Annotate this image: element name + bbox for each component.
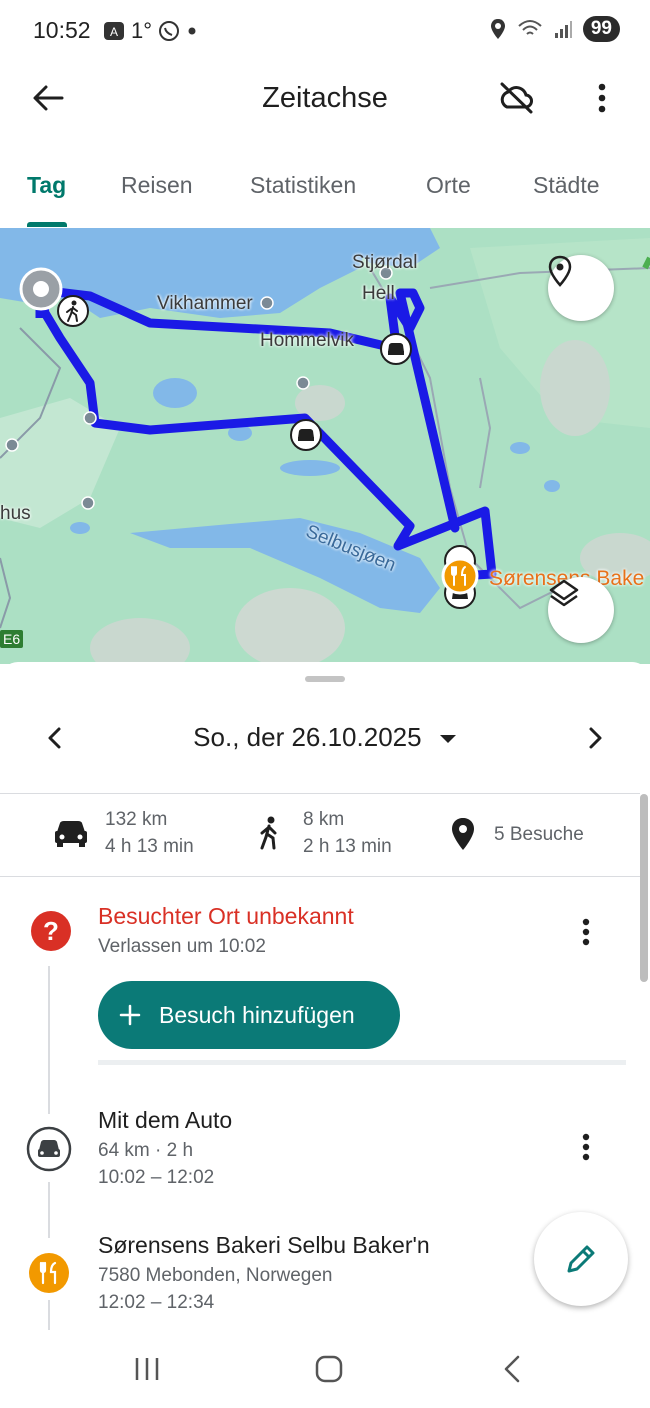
walk-summary: 8 km 2 h 13 min <box>256 806 392 860</box>
visits-summary: 5 Besuche <box>450 816 584 852</box>
tab-reisen[interactable]: Reisen <box>121 172 193 199</box>
drive-time: 4 h 13 min <box>105 836 194 857</box>
map-label-hommelvik: Hommelvik <box>260 330 354 351</box>
walk-icon <box>260 816 277 850</box>
cloud-off-icon <box>500 82 533 114</box>
status-time: 10:52 <box>33 17 91 43</box>
unknown-place-icon: ? <box>31 911 71 951</box>
dropdown-arrow-icon <box>439 735 456 744</box>
recent-apps-button[interactable] <box>126 1348 168 1390</box>
drive-distance: 132 km <box>105 809 168 830</box>
system-navigation-bar <box>0 1330 650 1408</box>
map-label-stjordal: Stjørdal <box>352 252 418 273</box>
date-label: So., der 26.10.2025 <box>193 722 422 752</box>
svg-text:?: ? <box>43 916 59 946</box>
entry-more-button[interactable] <box>566 1127 606 1167</box>
unknown-place-left-time: Verlassen um 10:02 <box>98 936 266 957</box>
car-marker-icon[interactable] <box>289 418 323 452</box>
drive-entry-time: 10:02 – 12:02 <box>98 1167 215 1188</box>
walk-time: 2 h 13 min <box>303 836 392 857</box>
car-entry-icon <box>26 1126 72 1172</box>
app-bar: Zeitachse <box>0 62 650 134</box>
drive-summary: 132 km 4 h 13 min <box>52 806 194 860</box>
location-pin-button[interactable] <box>548 255 614 321</box>
map-road-badge: E6 <box>0 630 24 648</box>
signal-icon <box>554 21 572 38</box>
dot-icon <box>188 27 196 35</box>
entry-more-button[interactable] <box>566 912 606 952</box>
back-chevron-icon <box>504 1355 520 1383</box>
visits-count: 5 Besuche <box>494 823 584 845</box>
section-separator <box>98 1060 626 1065</box>
tab-orte[interactable]: Orte <box>426 172 471 199</box>
date-selector[interactable]: So., der 26.10.2025 <box>0 722 650 753</box>
map-layers-button[interactable] <box>548 577 614 643</box>
whatsapp-icon <box>159 21 180 41</box>
drive-entry-title[interactable]: Mit dem Auto <box>98 1107 232 1134</box>
home-icon <box>315 1355 343 1383</box>
status-bar: 10:52 A 1° 99 <box>0 0 650 62</box>
place-entry-address: 7580 Mebonden, Norwegen <box>98 1265 333 1286</box>
place-entry-time: 12:02 – 12:34 <box>98 1292 215 1313</box>
status-temperature: 1° <box>131 18 153 43</box>
wifi-icon <box>518 20 542 35</box>
system-back-button[interactable] <box>490 1348 532 1390</box>
edit-fab-button[interactable] <box>534 1212 628 1306</box>
divider <box>0 793 640 794</box>
cloud-sync-button[interactable] <box>492 76 540 120</box>
plus-icon <box>119 1004 141 1026</box>
battery-indicator: 99 <box>582 16 620 42</box>
map-label-hell: Hell <box>362 283 395 304</box>
restaurant-marker-icon[interactable] <box>441 557 479 595</box>
timeline-line <box>48 1182 50 1238</box>
place-entry-title[interactable]: Sørensens Bakeri Selbu Baker'n <box>98 1232 430 1259</box>
map-label-vikhammer: Vikhammer <box>157 293 253 314</box>
sheet-drag-handle[interactable] <box>305 676 345 682</box>
place-icon <box>452 818 474 850</box>
tab-statistiken[interactable]: Statistiken <box>250 172 356 199</box>
svg-text:A: A <box>110 25 118 39</box>
translate-icon: A <box>104 22 124 40</box>
walk-distance: 8 km <box>303 809 345 830</box>
restaurant-icon <box>29 1253 69 1293</box>
tab-indicator <box>27 222 67 227</box>
add-visit-label: Besuch hinzufügen <box>159 1001 355 1028</box>
divider <box>0 876 640 877</box>
add-visit-button[interactable]: Besuch hinzufügen <box>98 981 400 1049</box>
layers-icon <box>549 579 579 607</box>
car-marker-icon[interactable] <box>379 332 413 366</box>
map-view[interactable]: Stjørdal Hell Vikhammer Hommelvik Selbus… <box>0 228 650 664</box>
more-vert-icon <box>582 918 590 946</box>
timeline-line <box>48 966 50 1114</box>
drive-entry-distance: 64 km · 2 h <box>98 1140 194 1161</box>
tab-staedte[interactable]: Städte <box>533 172 600 199</box>
place-icon <box>548 255 572 287</box>
unknown-place-title[interactable]: Besuchter Ort unbekannt <box>98 903 354 930</box>
map-label-hus: hus <box>0 503 31 524</box>
scrollbar[interactable] <box>640 794 648 982</box>
status-left-icons: A 1° <box>103 18 198 44</box>
more-vert-icon <box>582 1133 590 1161</box>
edit-pencil-icon <box>567 1245 595 1273</box>
more-options-button[interactable] <box>580 76 624 120</box>
location-icon <box>490 19 505 39</box>
home-button[interactable] <box>308 1348 350 1390</box>
status-right-icons: 99 <box>489 16 620 42</box>
recent-apps-icon <box>135 1358 159 1380</box>
tab-tag[interactable]: Tag <box>27 172 66 199</box>
walk-marker-icon[interactable] <box>56 294 90 328</box>
car-icon <box>55 821 87 847</box>
more-vert-icon <box>598 83 606 113</box>
tab-bar: Tag Reisen Statistiken Orte Städte <box>0 160 650 228</box>
timeline-line <box>48 1300 50 1330</box>
chevron-right-icon <box>589 727 602 749</box>
page-title: Zeitachse <box>262 82 388 114</box>
date-navigation: So., der 26.10.2025 <box>0 712 650 762</box>
next-day-button[interactable] <box>578 720 614 756</box>
